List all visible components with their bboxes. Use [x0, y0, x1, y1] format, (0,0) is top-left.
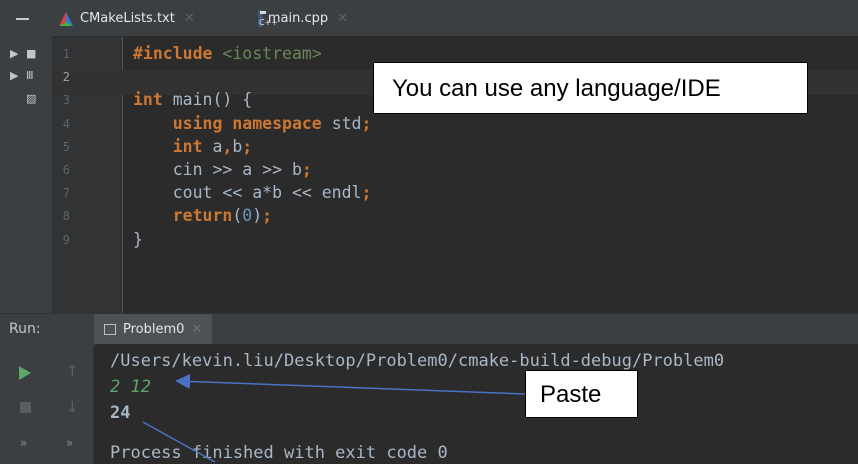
- code-line: }: [133, 230, 143, 249]
- code-token: using namespace: [133, 113, 332, 133]
- code-token: ;: [301, 160, 312, 179]
- line-number: 1: [62, 47, 70, 61]
- line-number: 3: [62, 93, 70, 108]
- code-token: }: [133, 229, 143, 249]
- line-number: 6: [62, 163, 70, 177]
- code-line: int a,b;: [133, 136, 253, 156]
- run-tab-label: Problem0: [123, 322, 185, 337]
- language-note-callout: You can use any language/IDE: [373, 62, 808, 114]
- run-label: Run:: [9, 321, 41, 337]
- code-token: ;: [361, 183, 372, 203]
- code-token: b: [232, 136, 243, 156]
- line-number: 4: [62, 116, 70, 131]
- expand-arrow-icon[interactable]: ▶: [10, 69, 18, 82]
- code-token: std: [331, 113, 362, 133]
- scratch-file-icon: ▨: [26, 92, 37, 105]
- console-result-line: 24: [110, 403, 131, 423]
- line-number: 9: [62, 232, 70, 247]
- code-token: ;: [242, 136, 253, 156]
- line-number: 5: [62, 139, 70, 154]
- close-icon[interactable]: ✕: [184, 11, 195, 26]
- line-number: 7: [62, 186, 70, 201]
- code-line: cout << a*b << endl;: [133, 183, 372, 203]
- run-tab-problem0[interactable]: Problem0 ✕: [94, 314, 213, 345]
- run-panel-header: Run: Problem0 ✕: [0, 313, 858, 345]
- code-token: ,: [222, 136, 233, 156]
- close-icon[interactable]: ✕: [191, 322, 202, 337]
- console-input-line: 2 12: [110, 377, 151, 397]
- down-arrow-icon[interactable]: ↓: [66, 398, 79, 416]
- code-line: int main() {: [133, 90, 252, 109]
- tab-main-cpp[interactable]: C++ main.cpp ✕: [258, 0, 348, 37]
- code-token: (: [232, 206, 243, 226]
- code-line: return(0);: [133, 206, 272, 225]
- console-icon: [104, 324, 116, 335]
- code-token: a: [212, 136, 223, 156]
- console-path-line: /Users/kevin.liu/Desktop/Problem0/cmake-…: [110, 351, 725, 371]
- stop-icon[interactable]: [20, 402, 31, 413]
- code-line: #include <iostream>: [133, 44, 322, 63]
- console-exit-line: Process finished with exit code 0: [110, 443, 448, 463]
- code-token: return: [133, 206, 233, 226]
- code-token: cin >> a >> b: [133, 160, 302, 179]
- line-number: 8: [62, 209, 70, 224]
- code-line: cin >> a >> b;: [133, 160, 312, 179]
- code-token: <iostream>: [222, 44, 322, 63]
- code-token: ): [252, 206, 263, 226]
- more-icon[interactable]: »: [66, 436, 73, 450]
- code-line: using namespace std;: [133, 113, 372, 133]
- editor-tab-bar: CMakeLists.txt ✕ C++ main.cpp ✕: [0, 0, 858, 37]
- tab-label: CMakeLists.txt: [80, 11, 175, 26]
- code-token: cout << a*b << endl: [133, 183, 362, 203]
- paste-note-callout: Paste: [525, 370, 638, 418]
- close-icon[interactable]: ✕: [337, 11, 348, 26]
- tab-bar-corner: [0, 0, 52, 37]
- line-number: 2: [62, 70, 70, 85]
- code-token: 0: [242, 206, 253, 226]
- cpp-file-icon: C++: [258, 10, 278, 27]
- code-token: main() {: [162, 90, 253, 110]
- tab-cmakelists[interactable]: CMakeLists.txt ✕: [58, 0, 258, 37]
- file-icon: ■: [26, 47, 37, 60]
- up-arrow-icon[interactable]: ↑: [66, 362, 79, 380]
- code-token: #include: [133, 44, 213, 63]
- code-token: int: [133, 136, 213, 156]
- hide-panel-icon[interactable]: [16, 18, 29, 20]
- rerun-icon[interactable]: [19, 366, 31, 380]
- more-icon[interactable]: »: [20, 436, 27, 450]
- expand-arrow-icon[interactable]: ▶: [10, 47, 18, 60]
- cmake-triangle-icon: [59, 11, 73, 26]
- code-token: ;: [262, 206, 273, 226]
- library-icon: Ⅲ: [26, 69, 34, 82]
- code-token: ;: [361, 113, 372, 133]
- code-token: int: [133, 90, 163, 110]
- project-tool-strip: ▶ ■ ▶ Ⅲ ▨: [0, 37, 52, 313]
